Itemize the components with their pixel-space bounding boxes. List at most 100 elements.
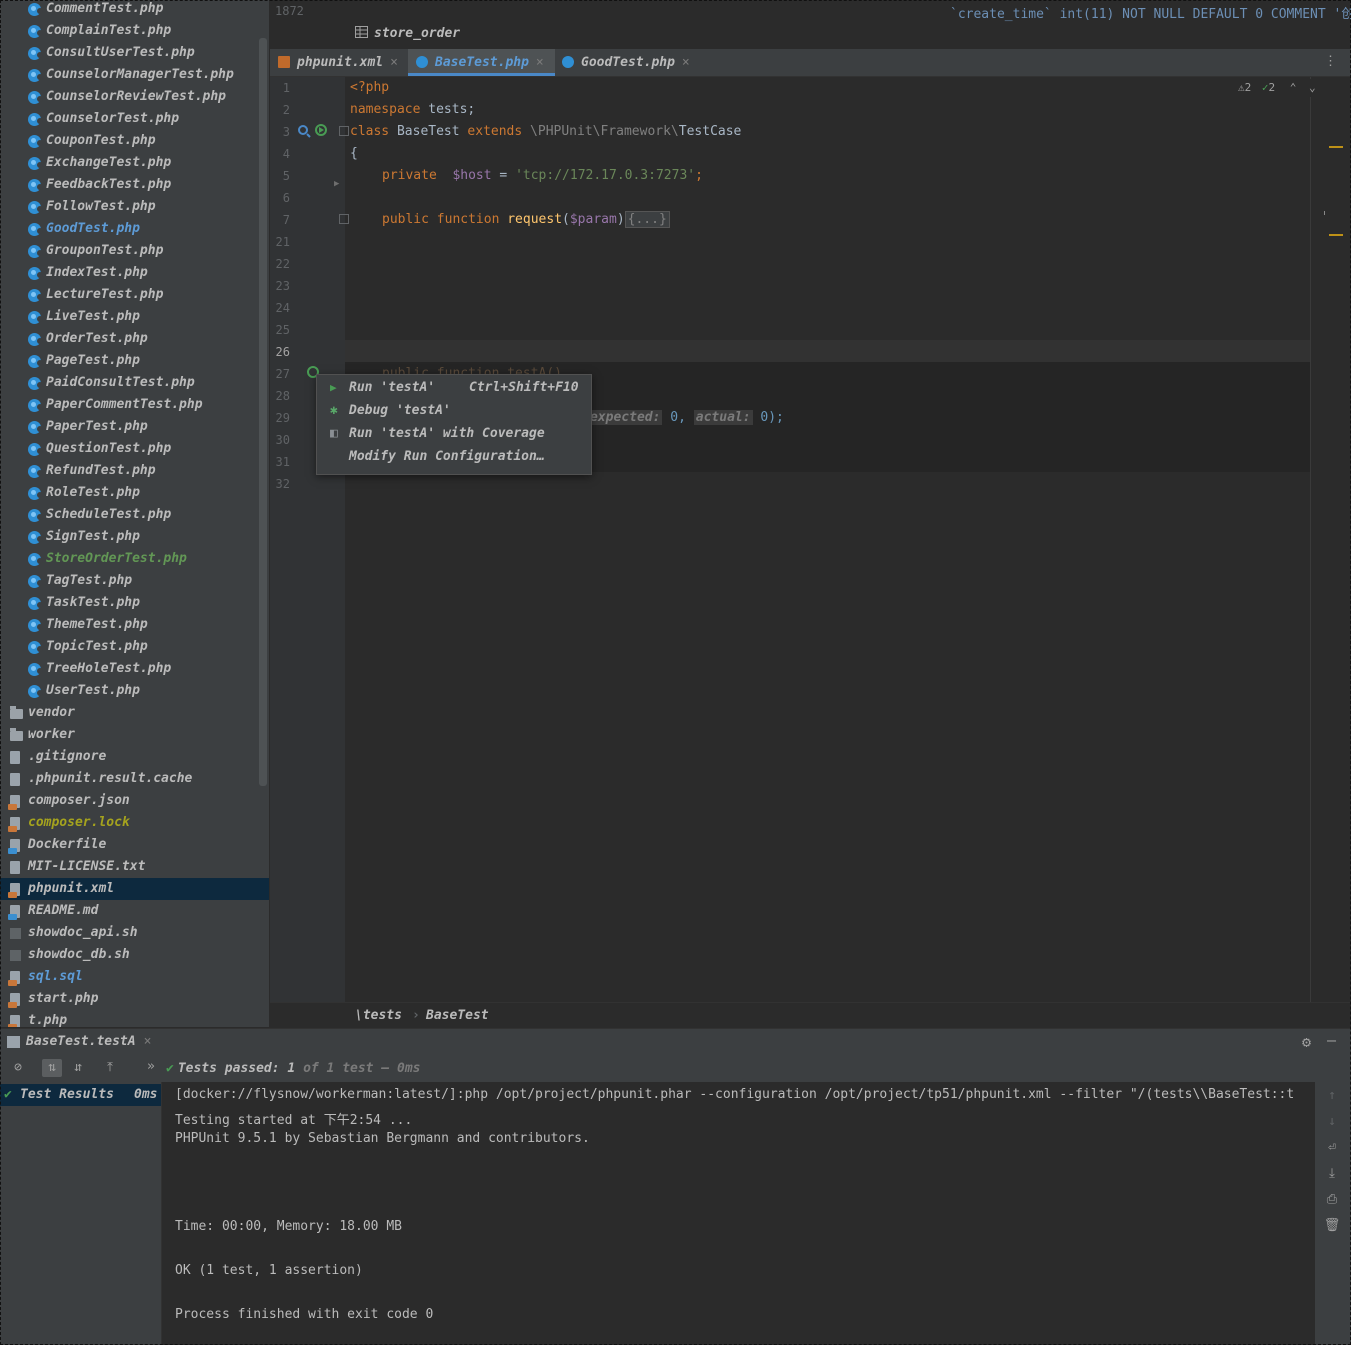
warning-marker[interactable] [1329,234,1343,236]
menu-item-run-coverage[interactable]: ◧ Run 'testA' with Coverage [317,422,591,445]
chevron-up-icon[interactable]: ⌃ [1290,81,1297,94]
tree-item[interactable]: ExchangeTest.php [0,152,269,174]
tree-item[interactable]: OrderTest.php [0,328,269,350]
warning-marker[interactable] [1329,146,1343,148]
tree-item[interactable]: .phpunit.result.cache [0,768,269,790]
phpunit-config-icon [7,1036,20,1048]
inspection-widget[interactable]: ⚠2 ✓2 ⌃ ⌄ [1238,79,1316,97]
tree-item[interactable]: RoleTest.php [0,482,269,504]
tree-item[interactable]: StoreOrderTest.php [0,548,269,570]
tree-item[interactable]: GoodTest.php [0,218,269,240]
tree-item-label: PaidConsultTest.php [46,375,195,390]
tree-item[interactable]: TopicTest.php [0,636,269,658]
scroll-to-end-icon[interactable]: ⤓ [1323,1166,1341,1181]
error-stripe[interactable] [1311,77,1351,1002]
tree-item[interactable]: SignTest.php [0,526,269,548]
stop-icon[interactable]: ⊘ [8,1059,28,1077]
sort-duration-icon[interactable]: ⇵ [68,1059,88,1077]
code-editor[interactable]: <?php namespace tests; class BaseTest ex… [345,77,1310,1002]
tree-item[interactable]: LectureTest.php [0,284,269,306]
console-line: Time: 00:00, Memory: 18.00 MB [175,1219,402,1234]
line-number: 32 [275,477,290,491]
chevron-more-icon[interactable]: » [147,1059,155,1074]
tree-item[interactable]: FollowTest.php [0,196,269,218]
tree-item[interactable]: composer.lock [0,812,269,834]
tree-item-label: ExchangeTest.php [46,155,172,170]
tree-item-label: MIT-LICENSE.txt [28,859,146,874]
tree-item[interactable]: ComplainTest.php [0,20,269,42]
tree-item[interactable]: t.php [0,1010,269,1027]
tree-item[interactable]: CounselorReviewTest.php [0,86,269,108]
more-vertical-icon[interactable]: ⋮ [1324,54,1337,69]
tree-item-label: StoreOrderTest.php [46,551,187,566]
tree-item[interactable]: phpunit.xml [0,878,269,900]
tree-item[interactable]: UserTest.php [0,680,269,702]
arrow-down-icon[interactable]: ↓ [1323,1114,1341,1129]
tree-item[interactable]: ConsultUserTest.php [0,42,269,64]
tab-phpunit-xml[interactable]: phpunit.xml × [270,49,405,76]
gear-icon[interactable]: ⚙ [1302,1033,1311,1051]
tree-item[interactable]: Dockerfile [0,834,269,856]
tree-item[interactable]: QuestionTest.php [0,438,269,460]
tree-item[interactable]: TaskTest.php [0,592,269,614]
close-icon[interactable]: × [682,55,690,70]
tree-item[interactable]: sql.sql [0,966,269,988]
tab-basetest-php[interactable]: BaseTest.php × [408,49,555,76]
tree-item[interactable]: PaidConsultTest.php [0,372,269,394]
test-results-row[interactable]: ✔ Test Results 0ms [0,1084,161,1106]
close-icon[interactable]: × [144,1034,152,1049]
tree-item[interactable]: composer.json [0,790,269,812]
menu-item-debug[interactable]: ✱ Debug 'testA' [317,399,591,422]
tree-item[interactable]: README.md [0,900,269,922]
tree-item-label: .phpunit.result.cache [28,771,193,786]
tree-item[interactable]: CounselorManagerTest.php [0,64,269,86]
tree-item[interactable]: IndexTest.php [0,262,269,284]
tree-item[interactable]: FeedbackTest.php [0,174,269,196]
menu-item-run[interactable]: ▶ Run 'testA' Ctrl+Shift+F10 [317,376,591,399]
breadcrumb-namespace[interactable]: \tests [355,1008,402,1023]
arrow-up-icon[interactable]: ↑ [1323,1088,1341,1103]
tab-goodtest-php[interactable]: GoodTest.php × [554,49,701,76]
run-tab[interactable]: BaseTest.testA × [0,1029,151,1055]
console-output[interactable]: [docker://flysnow/workerman:latest/]:php… [162,1082,1314,1345]
tree-item[interactable]: ScheduleTest.php [0,504,269,526]
tree-item[interactable]: ThemeTest.php [0,614,269,636]
run-test-gutter-icon[interactable] [297,123,331,139]
tree-item[interactable]: CommentTest.php [0,0,269,20]
minimize-icon[interactable]: — [1327,1031,1336,1049]
tree-item[interactable]: worker [0,724,269,746]
expand-all-icon[interactable]: ⤒ [100,1059,120,1077]
tree-item[interactable]: .gitignore [0,746,269,768]
breadcrumb-class[interactable]: BaseTest [426,1008,489,1023]
fold-icon[interactable] [339,126,349,136]
tree-item[interactable]: GrouponTest.php [0,240,269,262]
tree-item[interactable]: PaperCommentTest.php [0,394,269,416]
folded-code-placeholder[interactable]: {...} [624,211,670,228]
tree-item[interactable]: MIT-LICENSE.txt [0,856,269,878]
tree-item[interactable]: vendor [0,702,269,724]
tree-item[interactable]: PageTest.php [0,350,269,372]
close-icon[interactable]: × [390,55,398,70]
tree-item[interactable]: TreeHoleTest.php [0,658,269,680]
tree-item[interactable]: showdoc_db.sh [0,944,269,966]
namespace-name: tests; [420,102,476,117]
tree-item[interactable]: TagTest.php [0,570,269,592]
menu-item-modify-config[interactable]: Modify Run Configuration… [317,445,591,468]
sort-alpha-icon[interactable]: ⇅ [42,1059,62,1077]
tree-item[interactable]: LiveTest.php [0,306,269,328]
soft-wrap-icon[interactable]: ⏎ [1323,1140,1341,1155]
sticky-header[interactable]: store_order [355,26,460,46]
close-icon[interactable]: × [536,55,544,70]
tree-item[interactable]: PaperTest.php [0,416,269,438]
tree-scrollbar[interactable] [259,38,267,786]
print-icon[interactable]: ⎙ [1323,1192,1341,1207]
trash-icon[interactable]: 🗑 [1323,1218,1341,1233]
tree-item[interactable]: start.php [0,988,269,1010]
chevron-down-icon[interactable]: ⌄ [1309,81,1316,94]
tree-item[interactable]: RefundTest.php [0,460,269,482]
tree-item[interactable]: CounselorTest.php [0,108,269,130]
tree-item[interactable]: showdoc_api.sh [0,922,269,944]
fold-icon[interactable] [339,214,349,224]
tree-item-label: IndexTest.php [46,265,148,280]
tree-item[interactable]: CouponTest.php [0,130,269,152]
